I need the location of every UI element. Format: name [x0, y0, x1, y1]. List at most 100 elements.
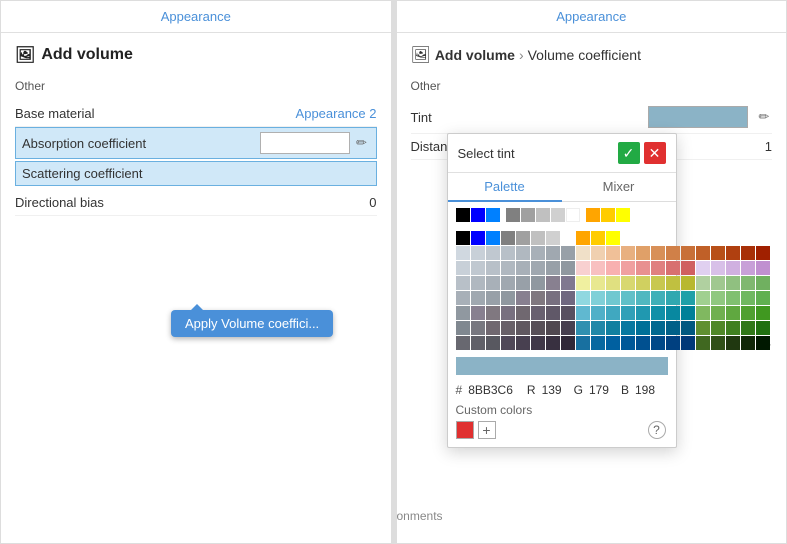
color-cell-0-8[interactable]: [576, 231, 590, 245]
tab-palette[interactable]: Palette: [448, 173, 562, 202]
color-cell-5-1[interactable]: [471, 306, 485, 320]
color-cell-5-13[interactable]: [651, 306, 665, 320]
color-cell-6-6[interactable]: [546, 321, 560, 335]
color-cell-4-17[interactable]: [711, 291, 725, 305]
color-cell-7-6[interactable]: [546, 336, 560, 350]
color-cell-6-16[interactable]: [696, 321, 710, 335]
color-cell-6-9[interactable]: [591, 321, 605, 335]
color-cell-1-15[interactable]: [681, 246, 695, 260]
color-cell-6-7[interactable]: [561, 321, 575, 335]
color-cell-3-11[interactable]: [621, 276, 635, 290]
color-cell-3-5[interactable]: [531, 276, 545, 290]
color-cell-1-7[interactable]: [561, 246, 575, 260]
custom-color-swatch-1[interactable]: [456, 421, 474, 439]
color-cell-0-2[interactable]: [486, 231, 500, 245]
color-cell-3-17[interactable]: [711, 276, 725, 290]
color-cell-1-4[interactable]: [516, 246, 530, 260]
color-cell-6-11[interactable]: [621, 321, 635, 335]
color-cell-7-3[interactable]: [501, 336, 515, 350]
tint-swatch[interactable]: [648, 106, 748, 128]
tint-edit-icon[interactable]: ✏: [756, 109, 772, 125]
color-cell-4-11[interactable]: [621, 291, 635, 305]
color-cell-1-16[interactable]: [696, 246, 710, 260]
color-cell-2-18[interactable]: [726, 261, 740, 275]
color-cell-5-20[interactable]: [756, 306, 770, 320]
custom-color-add-button[interactable]: +: [478, 421, 496, 439]
color-cell-1-20[interactable]: [756, 246, 770, 260]
color-cell-7-4[interactable]: [516, 336, 530, 350]
color-cell-3-1[interactable]: [471, 276, 485, 290]
color-cell-6-14[interactable]: [666, 321, 680, 335]
color-cell-3-13[interactable]: [651, 276, 665, 290]
color-cell-4-14[interactable]: [666, 291, 680, 305]
color-cell-1-1[interactable]: [471, 246, 485, 260]
color-cell-2-5[interactable]: [531, 261, 545, 275]
color-cell-6-1[interactable]: [471, 321, 485, 335]
absorption-input[interactable]: [260, 132, 350, 154]
color-cell-2-17[interactable]: [711, 261, 725, 275]
color-cell-2-13[interactable]: [651, 261, 665, 275]
color-cell-3-16[interactable]: [696, 276, 710, 290]
color-cell-0-0[interactable]: [456, 231, 470, 245]
color-cell-1-18[interactable]: [726, 246, 740, 260]
base-material-link[interactable]: Appearance 2: [296, 106, 377, 121]
color-gray1[interactable]: [506, 208, 520, 222]
color-cell-0-7[interactable]: [561, 231, 575, 245]
color-cell-1-11[interactable]: [621, 246, 635, 260]
color-cell-2-9[interactable]: [591, 261, 605, 275]
color-cell-5-10[interactable]: [606, 306, 620, 320]
color-cell-4-3[interactable]: [501, 291, 515, 305]
color-cell-3-18[interactable]: [726, 276, 740, 290]
color-cell-4-6[interactable]: [546, 291, 560, 305]
color-cell-5-8[interactable]: [576, 306, 590, 320]
color-cell-5-14[interactable]: [666, 306, 680, 320]
color-cell-2-15[interactable]: [681, 261, 695, 275]
color-yellow2[interactable]: [616, 208, 630, 222]
color-cell-3-14[interactable]: [666, 276, 680, 290]
color-cell-0-3[interactable]: [501, 231, 515, 245]
color-cell-1-13[interactable]: [651, 246, 665, 260]
color-cell-5-3[interactable]: [501, 306, 515, 320]
color-cell-4-13[interactable]: [651, 291, 665, 305]
color-cell-5-0[interactable]: [456, 306, 470, 320]
color-cell-6-5[interactable]: [531, 321, 545, 335]
color-cell-7-0[interactable]: [456, 336, 470, 350]
color-cell-3-10[interactable]: [606, 276, 620, 290]
color-cell-0-1[interactable]: [471, 231, 485, 245]
color-cell-5-7[interactable]: [561, 306, 575, 320]
color-cell-7-18[interactable]: [726, 336, 740, 350]
color-cell-5-11[interactable]: [621, 306, 635, 320]
color-cell-2-2[interactable]: [486, 261, 500, 275]
color-cell-1-12[interactable]: [636, 246, 650, 260]
color-cell-5-15[interactable]: [681, 306, 695, 320]
absorption-edit-icon[interactable]: ✏: [354, 135, 370, 151]
color-orange[interactable]: [586, 208, 600, 222]
color-cell-5-17[interactable]: [711, 306, 725, 320]
color-cell-1-5[interactable]: [531, 246, 545, 260]
color-cell-3-12[interactable]: [636, 276, 650, 290]
color-cell-3-19[interactable]: [741, 276, 755, 290]
color-cell-7-12[interactable]: [636, 336, 650, 350]
color-cell-7-20[interactable]: [756, 336, 770, 350]
color-cell-0-9[interactable]: [591, 231, 605, 245]
picker-confirm-button[interactable]: ✓: [618, 142, 640, 164]
color-cell-4-0[interactable]: [456, 291, 470, 305]
color-black[interactable]: [456, 208, 470, 222]
color-gray2[interactable]: [521, 208, 535, 222]
color-cell-5-12[interactable]: [636, 306, 650, 320]
color-cell-7-16[interactable]: [696, 336, 710, 350]
color-cell-4-18[interactable]: [726, 291, 740, 305]
color-cell-3-20[interactable]: [756, 276, 770, 290]
color-cell-7-17[interactable]: [711, 336, 725, 350]
color-cell-3-7[interactable]: [561, 276, 575, 290]
color-cell-7-2[interactable]: [486, 336, 500, 350]
color-blue[interactable]: [471, 208, 485, 222]
color-cell-7-1[interactable]: [471, 336, 485, 350]
color-cell-6-10[interactable]: [606, 321, 620, 335]
color-cell-6-8[interactable]: [576, 321, 590, 335]
color-cell-5-16[interactable]: [696, 306, 710, 320]
color-cell-4-7[interactable]: [561, 291, 575, 305]
color-cell-3-9[interactable]: [591, 276, 605, 290]
color-cell-2-4[interactable]: [516, 261, 530, 275]
color-cell-2-1[interactable]: [471, 261, 485, 275]
